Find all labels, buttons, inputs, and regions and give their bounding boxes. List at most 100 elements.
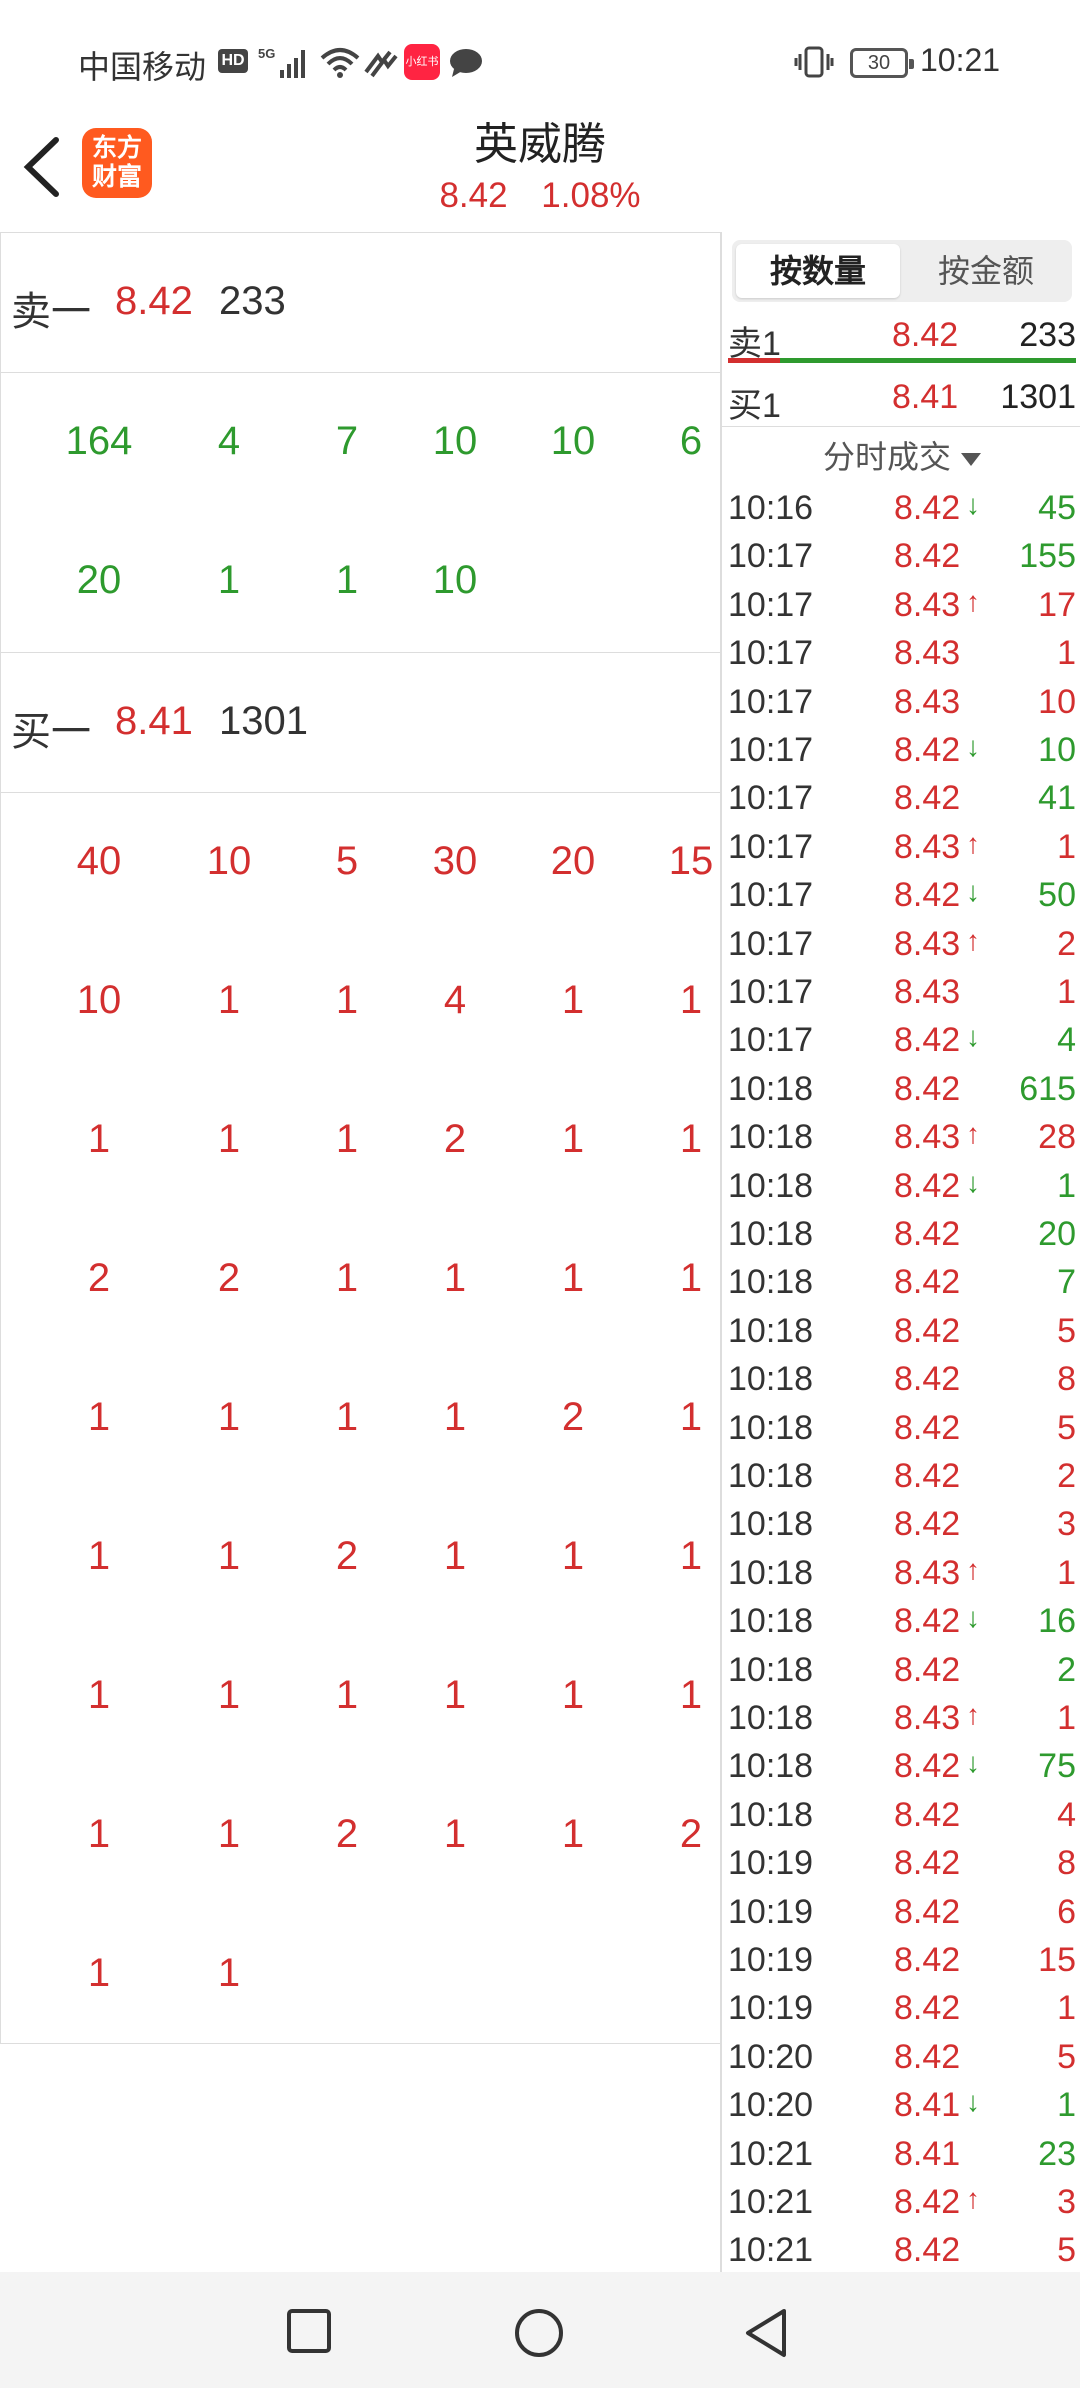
tick-time: 10:18 (728, 1505, 814, 1544)
tick-volume: 2 (1057, 1650, 1076, 1689)
xiaohongshu-icon: 小红书 (404, 44, 440, 80)
tick-time: 10:19 (728, 1892, 814, 1931)
tab-by-volume[interactable]: 按数量 (736, 244, 900, 298)
vibrate-icon (794, 46, 834, 78)
tick-row: 10:18 8.42 615 (722, 1065, 1080, 1113)
tick-time: 10:18 (728, 1215, 814, 1253)
buy-queue-order: 1 (443, 1534, 467, 1578)
tick-row: 10:20 8.41 ↓ 1 (722, 2081, 1080, 2129)
buy-queue-order: 1 (679, 1534, 703, 1578)
tick-price: 8.42 (894, 779, 961, 818)
divider (722, 426, 1080, 427)
tick-row: 10:19 8.42 1 (722, 1984, 1080, 2032)
tick-time: 10:20 (728, 2037, 814, 2076)
tick-price: 8.42 (894, 876, 961, 915)
sell1-row[interactable]: 卖一 8.42 233 (1, 233, 720, 373)
tick-price: 8.42 (894, 1166, 961, 1205)
tick-row: 10:18 8.42 5 (722, 1404, 1080, 1452)
sell1-price: 8.42 (115, 279, 193, 323)
buy-queue-order: 20 (550, 839, 596, 883)
tick-time: 10:21 (728, 2231, 814, 2270)
tick-time: 10:19 (728, 1989, 814, 2028)
arrow-down-icon: ↓ (966, 1602, 980, 1634)
buy-queue-order: 1 (561, 1534, 585, 1578)
tick-time: 10:17 (728, 682, 814, 721)
ask1-volume: 233 (1019, 316, 1076, 354)
tick-volume: 1 (1057, 827, 1076, 866)
tick-panel: 按数量 按金额 卖1 8.42 233 买1 8.41 1301 分时成交 10… (720, 232, 1080, 2272)
buy-queue-order: 1 (561, 1256, 585, 1300)
ask1-row: 卖1 8.42 233 (722, 306, 1080, 364)
tick-volume: 5 (1057, 2231, 1076, 2270)
buy1-label: 买一 (11, 710, 91, 754)
tick-volume: 3 (1057, 2183, 1076, 2221)
tick-price: 8.43 (894, 585, 961, 624)
tick-row: 10:18 8.42 ↓ 75 (722, 1742, 1080, 1790)
tick-row: 10:18 8.42 ↓ 16 (722, 1597, 1080, 1645)
buy-queue-order: 10 (206, 839, 252, 883)
tick-volume: 1 (1057, 1989, 1076, 2028)
buy-queue-order: 1 (561, 1673, 585, 1717)
buy-queue-order: 1 (87, 1395, 111, 1439)
tick-row: 10:18 8.42 20 (722, 1210, 1080, 1258)
tick-price: 8.42 (894, 1602, 961, 1641)
tick-volume: 1 (1057, 2086, 1076, 2125)
tick-price: 8.42 (894, 1989, 961, 2028)
tick-volume: 2 (1057, 924, 1076, 963)
tick-price: 8.42 (894, 1505, 961, 1544)
buy-queue-order: 1 (561, 1117, 585, 1161)
tick-volume: 2 (1057, 1457, 1076, 1495)
tick-volume: 1 (1057, 1553, 1076, 1592)
tick-row: 10:19 8.42 15 (722, 1936, 1080, 1984)
buy-queue-order: 1 (679, 978, 703, 1022)
tick-price: 8.42 (894, 1795, 961, 1834)
tick-row: 10:18 8.42 2 (722, 1452, 1080, 1500)
tick-time: 10:17 (728, 924, 814, 963)
buy-queue-order: 10 (76, 978, 122, 1022)
tick-volume: 5 (1057, 1311, 1076, 1350)
ticks-dropdown[interactable]: 分时成交 (722, 432, 1080, 478)
tick-row: 10:18 8.43 ↑ 1 (722, 1549, 1080, 1597)
tick-price: 8.42 (894, 1263, 961, 1302)
buy-queue-order: 1 (335, 1256, 359, 1300)
buy-queue-order: 1 (217, 1534, 241, 1578)
arrow-up-icon: ↑ (966, 924, 980, 956)
tick-price: 8.43 (894, 924, 961, 963)
tick-time: 10:18 (728, 1166, 814, 1205)
buy1-row[interactable]: 买一 8.41 1301 (1, 653, 720, 793)
tick-time: 10:18 (728, 1457, 814, 1495)
wifi-icon (320, 48, 360, 78)
buy-queue-order: 1 (679, 1117, 703, 1161)
tick-volume: 1 (1057, 1166, 1076, 1205)
buy-queue-order: 1 (443, 1395, 467, 1439)
tick-price: 8.43 (894, 827, 961, 866)
tab-by-amount[interactable]: 按金额 (904, 244, 1068, 298)
tick-row: 10:17 8.43 1 (722, 968, 1080, 1016)
tick-volume: 50 (1038, 876, 1076, 915)
change-percent: 1.08% (541, 176, 641, 215)
tick-time: 10:17 (728, 537, 814, 576)
clock: 10:21 (920, 42, 1001, 78)
sell-queue-order: 4 (217, 419, 241, 463)
home-icon[interactable] (514, 2308, 564, 2358)
recent-apps-icon[interactable] (286, 2308, 332, 2354)
tick-volume: 1 (1057, 1699, 1076, 1737)
tick-volume: 5 (1057, 1408, 1076, 1447)
svg-text:5G: 5G (258, 46, 275, 61)
buy-queue-order: 2 (335, 1534, 359, 1578)
buy-queue-order: 1 (679, 1673, 703, 1717)
bid1-volume: 1301 (1000, 378, 1076, 416)
tick-price: 8.43 (894, 1118, 961, 1157)
arrow-up-icon: ↑ (966, 1118, 980, 1150)
tick-price: 8.43 (894, 634, 961, 673)
tick-row: 10:18 8.43 ↑ 28 (722, 1113, 1080, 1161)
tick-price: 8.42 (894, 2183, 961, 2221)
tick-volume: 1 (1057, 973, 1076, 1011)
tick-row: 10:16 8.42 ↓ 45 (722, 484, 1080, 532)
tick-price: 8.41 (894, 2134, 961, 2173)
arrow-down-icon: ↓ (966, 876, 980, 908)
tick-row: 10:21 8.42 5 (722, 2226, 1080, 2272)
back-icon[interactable] (744, 2308, 788, 2358)
buy-queue-order: 1 (335, 978, 359, 1022)
tick-time: 10:17 (728, 876, 814, 915)
